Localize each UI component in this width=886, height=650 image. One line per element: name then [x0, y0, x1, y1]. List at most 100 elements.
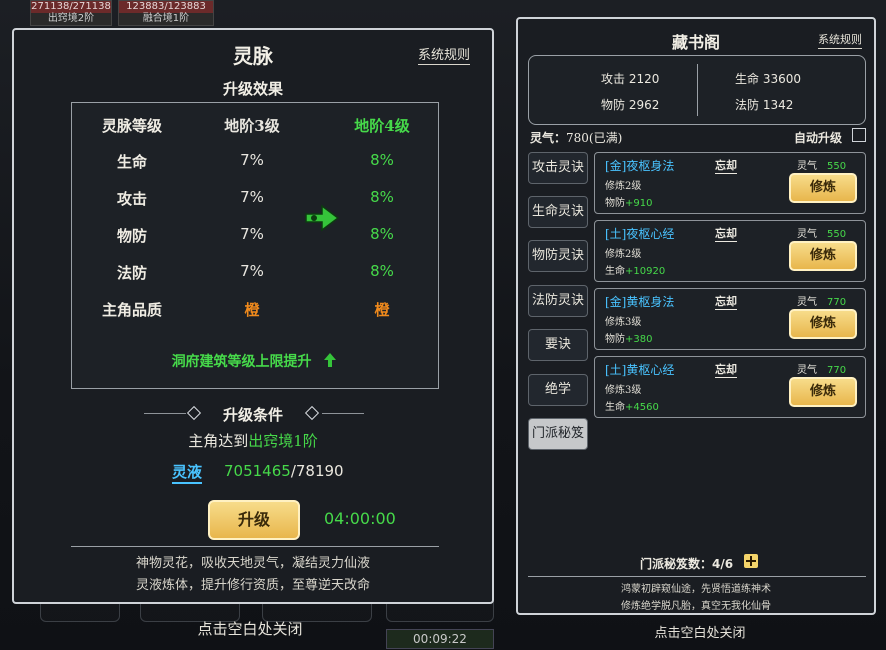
resource-amount: 7051465/78190 — [224, 462, 344, 480]
compare-row: 主角品质 橙 橙 — [72, 299, 438, 329]
resource-have: 7051465 — [224, 462, 291, 480]
current-value: 7% — [240, 262, 264, 280]
cost-value: 550 — [827, 229, 847, 240]
lingqi-display: 灵气：780(已满) — [530, 129, 622, 146]
lingqi-value: 780(已满) — [566, 131, 623, 145]
compare-row: 攻击 7% 8% — [72, 188, 438, 218]
tab-attack[interactable]: 攻击灵诀 — [528, 152, 588, 184]
current-level: 地阶3级 — [224, 117, 280, 135]
train-button[interactable]: 修炼 — [789, 377, 857, 407]
stat-label: 法防 — [735, 98, 760, 112]
resource-link[interactable]: 灵液 — [172, 461, 203, 484]
plus-icon[interactable] — [744, 554, 758, 568]
flavor-text-2: 灵液炼体，提升修行资质，至尊逆天改命 — [135, 578, 370, 593]
compare-row: 物防 7% 8% — [72, 225, 438, 255]
divider — [697, 64, 698, 116]
lingmai-panel: 灵脉 系统规则 升级效果 灵脉等级 地阶3级 地阶4级 生命 7% 8% 攻击 … — [12, 28, 494, 604]
tab-sect-secret[interactable]: 门派秘笈 — [528, 418, 588, 450]
forget-link[interactable]: 忘却 — [715, 293, 737, 310]
unlock-text: 洞府建筑等级上限提升 — [171, 354, 312, 370]
forget-link[interactable]: 忘却 — [715, 225, 737, 242]
skill-card: [金]夜枢身法 忘却 灵气 550 修炼2级 物防+910 修炼 — [594, 152, 866, 214]
cost-value: 770 — [827, 297, 847, 308]
close-hint-right[interactable]: 点击空白处关闭 — [600, 622, 800, 641]
skill-name: [土]黄枢心经 — [605, 363, 675, 377]
row-label: 法防 — [116, 264, 147, 282]
skill-card: [金]黄枢身法 忘却 灵气 770 修炼3级 物防+380 修炼 — [594, 288, 866, 350]
upgrade-button[interactable]: 升级 — [208, 500, 300, 540]
close-hint-left[interactable]: 点击空白处关闭 — [120, 618, 380, 639]
condition-text: 主角达到出窍境1阶 — [14, 430, 492, 451]
upgrade-timer: 04:00:00 — [324, 509, 396, 528]
skill-effect: 物防+380 — [605, 330, 652, 345]
next-value: 8% — [370, 151, 394, 169]
current-value: 7% — [240, 188, 264, 206]
stat-label: 物防 — [601, 98, 626, 112]
resource-need: /78190 — [290, 462, 344, 480]
condition-prefix: 主角达到 — [188, 432, 249, 450]
auto-upgrade-checkbox[interactable] — [852, 128, 866, 142]
next-level: 地阶4级 — [354, 117, 410, 135]
skill-effect: 生命+10920 — [605, 262, 665, 277]
skill-cost: 灵气 550 — [797, 225, 846, 240]
train-button[interactable]: 修炼 — [789, 173, 857, 203]
top-badge-1: 271138/271138 出窍境2阶 — [30, 0, 112, 26]
rules-link[interactable]: 系统规则 — [418, 44, 471, 65]
flavor-text-2: 修炼绝学脱凡胎，真空无我化仙骨 — [621, 601, 771, 612]
divider — [528, 576, 866, 577]
train-button[interactable]: 修炼 — [789, 309, 857, 339]
condition-target: 出窍境1阶 — [248, 432, 318, 450]
badge-label: 融合境1阶 — [142, 13, 190, 24]
tab-key-art[interactable]: 要诀 — [528, 329, 588, 361]
skill-effect: 物防+910 — [605, 194, 652, 209]
skill-level: 修炼2级 — [605, 249, 642, 260]
stat-hp: 生命 33600 — [735, 70, 801, 87]
skill-card: [土]黄枢心经 忘却 灵气 770 修炼3级 生命+4560 修炼 — [594, 356, 866, 418]
cost-label: 灵气 — [797, 297, 817, 308]
cost-label: 灵气 — [797, 161, 817, 172]
secret-count: 门派秘笈数：4/6 — [640, 555, 733, 572]
train-button[interactable]: 修炼 — [789, 241, 857, 271]
stat-value: 2962 — [628, 98, 660, 112]
effect-value: +10920 — [625, 266, 666, 277]
upgrade-effect-title: 升级效果 — [222, 80, 283, 98]
stat-label: 攻击 — [601, 72, 626, 86]
compare-row: 生命 7% 8% — [72, 151, 438, 181]
forget-link[interactable]: 忘却 — [715, 157, 737, 174]
tab-hp[interactable]: 生命灵诀 — [528, 196, 588, 228]
skill-level: 修炼3级 — [605, 385, 642, 396]
library-panel: 藏书阁 系统规则 攻击 2120 生命 33600 物防 2962 法防 134… — [516, 17, 876, 615]
cost-value: 770 — [827, 365, 847, 376]
next-value: 8% — [370, 188, 394, 206]
tab-ultimate[interactable]: 绝学 — [528, 374, 588, 406]
skill-level: 修炼2级 — [605, 181, 642, 192]
current-value: 7% — [240, 151, 264, 169]
skill-level: 修炼3级 — [605, 317, 642, 328]
lingqi-label: 灵气： — [530, 131, 567, 145]
effect-value: +380 — [625, 334, 653, 345]
tab-mdef[interactable]: 法防灵诀 — [528, 285, 588, 317]
skill-name: [金]夜枢身法 — [605, 159, 675, 173]
up-arrow-icon — [324, 353, 337, 367]
stat-mdef: 法防 1342 — [735, 96, 793, 113]
compare-row: 法防 7% 8% — [72, 262, 438, 292]
effect-label: 物防 — [605, 334, 625, 345]
skill-name: [金]黄枢身法 — [605, 295, 675, 309]
row-label: 主角品质 — [101, 301, 162, 319]
cost-label: 灵气 — [797, 365, 817, 376]
arrow-right-icon — [305, 204, 340, 232]
row-label: 生命 — [116, 153, 147, 171]
skill-card: [土]夜枢心经 忘却 灵气 550 修炼2级 生命+10920 修炼 — [594, 220, 866, 282]
skill-name: [土]夜枢心经 — [605, 227, 675, 241]
tab-pdef[interactable]: 物防灵诀 — [528, 240, 588, 272]
stat-pdef: 物防 2962 — [601, 96, 659, 113]
current-value: 7% — [240, 225, 264, 243]
forget-link[interactable]: 忘却 — [715, 361, 737, 378]
stat-value: 2120 — [628, 72, 660, 86]
secret-value: 4/6 — [712, 557, 734, 571]
rules-link[interactable]: 系统规则 — [818, 31, 862, 49]
stat-value: 1342 — [762, 98, 794, 112]
effect-label: 物防 — [605, 198, 625, 209]
auto-upgrade-label: 自动升级 — [794, 131, 843, 145]
effect-label: 生命 — [605, 402, 625, 413]
